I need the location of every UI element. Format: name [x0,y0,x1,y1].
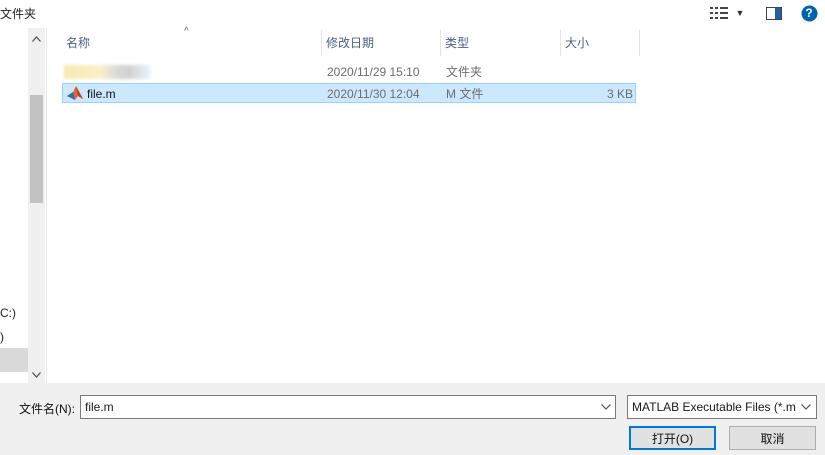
file-date: 2020/11/29 15:10 [327,65,420,79]
matlab-file-icon [66,85,84,101]
open-button[interactable]: 打开(O) [629,426,716,450]
file-row-selected[interactable]: file.m 2020/11/30 12:04 M 文件 3 KB [62,83,636,103]
file-name: file.m [87,87,116,101]
filename-input-value: file.m [85,400,114,414]
file-date: 2020/11/30 12:04 [327,87,420,101]
folder-name-redacted [64,65,150,79]
location-label: 文件夹 [0,7,37,21]
filetype-chevron-down-icon[interactable] [797,396,815,418]
file-size: 3 KB [606,87,633,101]
column-header-size[interactable]: 大小 [561,32,639,54]
preview-pane-icon[interactable] [764,4,784,22]
filetype-select-value: MATLAB Executable Files (*.m [632,400,796,414]
top-toolbar: 文件夹 ▼ ? [0,0,825,28]
nav-scrollbar-thumb[interactable] [30,95,43,203]
file-type: 文件夹 [446,65,483,79]
view-options-chevron-down-icon[interactable]: ▼ [733,4,747,22]
column-separator[interactable] [639,30,640,56]
file-row-folder[interactable]: 2020/11/29 15:10 文件夹 [62,62,636,82]
file-type: M 文件 [446,87,484,101]
filename-input[interactable]: file.m [80,395,616,419]
scroll-down-arrow-icon[interactable] [28,366,45,383]
help-glyph: ? [805,6,813,20]
filename-label: 文件名(N): [19,402,75,416]
scroll-up-arrow-icon[interactable] [28,30,45,47]
nav-scrollbar[interactable] [28,28,45,383]
cancel-button[interactable]: 取消 [729,426,816,450]
nav-selected-item[interactable] [0,348,28,372]
column-header-type[interactable]: 类型 [441,32,559,54]
filename-history-chevron-down-icon[interactable] [596,396,616,418]
nav-item-partial[interactable]: ) [0,330,4,344]
help-icon[interactable]: ? [800,4,818,22]
filetype-select[interactable]: MATLAB Executable Files (*.m [627,395,817,419]
column-header-date[interactable]: 修改日期 [322,32,440,54]
column-header-name[interactable]: 名称 [62,32,320,54]
nav-item-drive[interactable]: C:) [0,306,16,320]
details-view-icon[interactable] [708,4,730,22]
